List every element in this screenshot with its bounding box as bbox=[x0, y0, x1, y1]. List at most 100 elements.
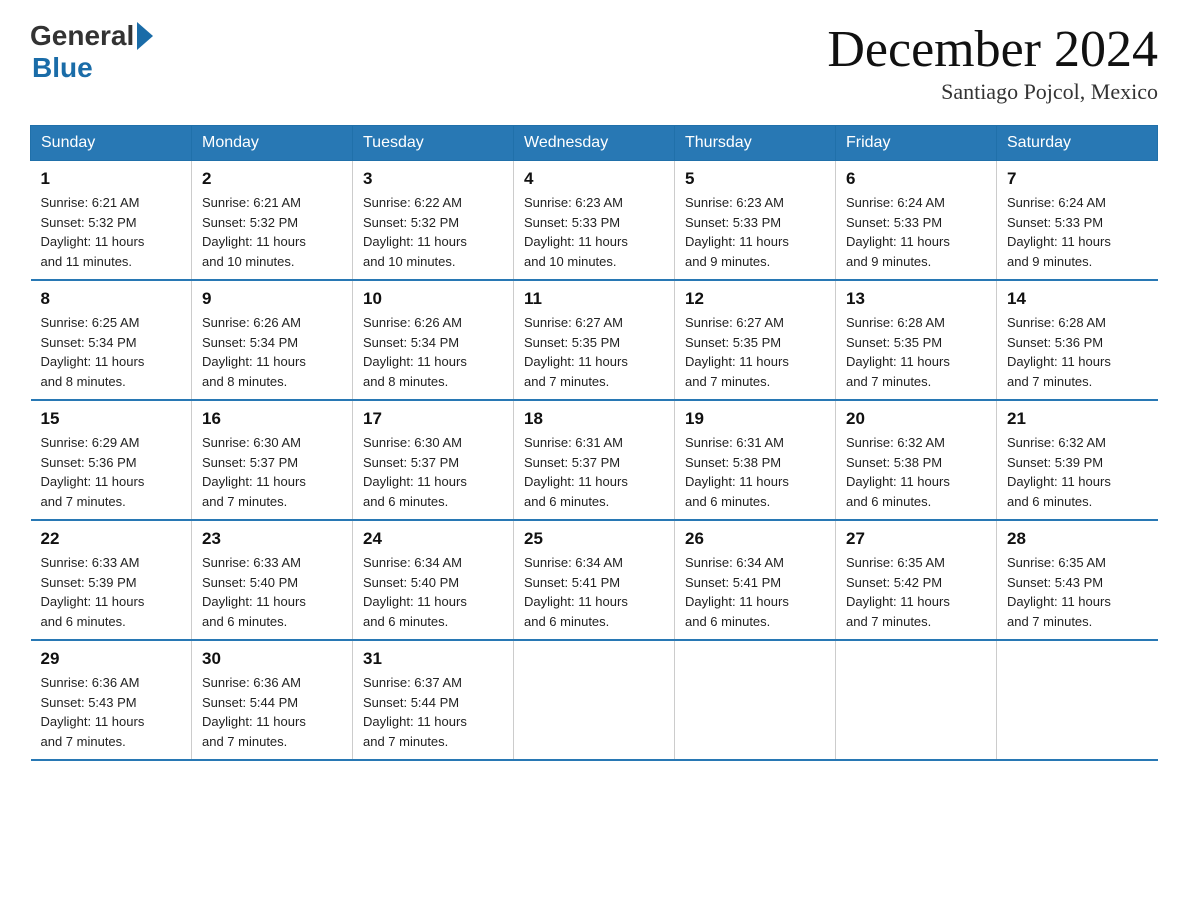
day-info: Sunrise: 6:31 AMSunset: 5:37 PMDaylight:… bbox=[524, 435, 628, 509]
day-info: Sunrise: 6:32 AMSunset: 5:38 PMDaylight:… bbox=[846, 435, 950, 509]
calendar-cell: 14 Sunrise: 6:28 AMSunset: 5:36 PMDaylig… bbox=[997, 280, 1158, 400]
calendar-cell: 31 Sunrise: 6:37 AMSunset: 5:44 PMDaylig… bbox=[353, 640, 514, 760]
day-number: 20 bbox=[846, 409, 986, 429]
day-info: Sunrise: 6:27 AMSunset: 5:35 PMDaylight:… bbox=[524, 315, 628, 389]
calendar-cell: 3 Sunrise: 6:22 AMSunset: 5:32 PMDayligh… bbox=[353, 161, 514, 281]
day-number: 10 bbox=[363, 289, 503, 309]
calendar-cell: 11 Sunrise: 6:27 AMSunset: 5:35 PMDaylig… bbox=[514, 280, 675, 400]
calendar-header: Sunday Monday Tuesday Wednesday Thursday… bbox=[31, 126, 1158, 161]
col-sunday: Sunday bbox=[31, 126, 192, 161]
calendar-cell: 29 Sunrise: 6:36 AMSunset: 5:43 PMDaylig… bbox=[31, 640, 192, 760]
day-info: Sunrise: 6:21 AMSunset: 5:32 PMDaylight:… bbox=[202, 195, 306, 269]
day-number: 17 bbox=[363, 409, 503, 429]
day-number: 12 bbox=[685, 289, 825, 309]
calendar-cell bbox=[997, 640, 1158, 760]
calendar-cell: 23 Sunrise: 6:33 AMSunset: 5:40 PMDaylig… bbox=[192, 520, 353, 640]
day-number: 22 bbox=[41, 529, 182, 549]
header-row: Sunday Monday Tuesday Wednesday Thursday… bbox=[31, 126, 1158, 161]
calendar-cell bbox=[836, 640, 997, 760]
col-tuesday: Tuesday bbox=[353, 126, 514, 161]
calendar-week-3: 15 Sunrise: 6:29 AMSunset: 5:36 PMDaylig… bbox=[31, 400, 1158, 520]
day-number: 28 bbox=[1007, 529, 1148, 549]
day-info: Sunrise: 6:36 AMSunset: 5:43 PMDaylight:… bbox=[41, 675, 145, 749]
day-info: Sunrise: 6:34 AMSunset: 5:41 PMDaylight:… bbox=[524, 555, 628, 629]
day-number: 15 bbox=[41, 409, 182, 429]
day-number: 25 bbox=[524, 529, 664, 549]
calendar-cell: 20 Sunrise: 6:32 AMSunset: 5:38 PMDaylig… bbox=[836, 400, 997, 520]
calendar-cell: 27 Sunrise: 6:35 AMSunset: 5:42 PMDaylig… bbox=[836, 520, 997, 640]
day-info: Sunrise: 6:26 AMSunset: 5:34 PMDaylight:… bbox=[363, 315, 467, 389]
day-info: Sunrise: 6:24 AMSunset: 5:33 PMDaylight:… bbox=[1007, 195, 1111, 269]
day-info: Sunrise: 6:36 AMSunset: 5:44 PMDaylight:… bbox=[202, 675, 306, 749]
title-block: December 2024 Santiago Pojcol, Mexico bbox=[827, 20, 1158, 105]
day-info: Sunrise: 6:34 AMSunset: 5:41 PMDaylight:… bbox=[685, 555, 789, 629]
calendar-cell: 1 Sunrise: 6:21 AMSunset: 5:32 PMDayligh… bbox=[31, 161, 192, 281]
calendar-body: 1 Sunrise: 6:21 AMSunset: 5:32 PMDayligh… bbox=[31, 161, 1158, 761]
calendar-week-1: 1 Sunrise: 6:21 AMSunset: 5:32 PMDayligh… bbox=[31, 161, 1158, 281]
col-friday: Friday bbox=[836, 126, 997, 161]
month-title: December 2024 bbox=[827, 20, 1158, 79]
calendar-cell: 18 Sunrise: 6:31 AMSunset: 5:37 PMDaylig… bbox=[514, 400, 675, 520]
calendar-cell: 12 Sunrise: 6:27 AMSunset: 5:35 PMDaylig… bbox=[675, 280, 836, 400]
day-info: Sunrise: 6:25 AMSunset: 5:34 PMDaylight:… bbox=[41, 315, 145, 389]
calendar-week-5: 29 Sunrise: 6:36 AMSunset: 5:43 PMDaylig… bbox=[31, 640, 1158, 760]
calendar-week-4: 22 Sunrise: 6:33 AMSunset: 5:39 PMDaylig… bbox=[31, 520, 1158, 640]
calendar-cell: 17 Sunrise: 6:30 AMSunset: 5:37 PMDaylig… bbox=[353, 400, 514, 520]
day-info: Sunrise: 6:27 AMSunset: 5:35 PMDaylight:… bbox=[685, 315, 789, 389]
day-info: Sunrise: 6:22 AMSunset: 5:32 PMDaylight:… bbox=[363, 195, 467, 269]
day-number: 5 bbox=[685, 169, 825, 189]
day-info: Sunrise: 6:21 AMSunset: 5:32 PMDaylight:… bbox=[41, 195, 145, 269]
calendar-cell: 6 Sunrise: 6:24 AMSunset: 5:33 PMDayligh… bbox=[836, 161, 997, 281]
day-number: 13 bbox=[846, 289, 986, 309]
day-number: 8 bbox=[41, 289, 182, 309]
day-info: Sunrise: 6:37 AMSunset: 5:44 PMDaylight:… bbox=[363, 675, 467, 749]
calendar-cell: 7 Sunrise: 6:24 AMSunset: 5:33 PMDayligh… bbox=[997, 161, 1158, 281]
day-number: 6 bbox=[846, 169, 986, 189]
calendar-cell: 19 Sunrise: 6:31 AMSunset: 5:38 PMDaylig… bbox=[675, 400, 836, 520]
day-number: 24 bbox=[363, 529, 503, 549]
calendar-cell bbox=[514, 640, 675, 760]
calendar-cell: 25 Sunrise: 6:34 AMSunset: 5:41 PMDaylig… bbox=[514, 520, 675, 640]
logo: General Blue bbox=[30, 20, 153, 84]
calendar-cell: 22 Sunrise: 6:33 AMSunset: 5:39 PMDaylig… bbox=[31, 520, 192, 640]
day-info: Sunrise: 6:33 AMSunset: 5:39 PMDaylight:… bbox=[41, 555, 145, 629]
day-info: Sunrise: 6:35 AMSunset: 5:43 PMDaylight:… bbox=[1007, 555, 1111, 629]
day-number: 19 bbox=[685, 409, 825, 429]
day-number: 18 bbox=[524, 409, 664, 429]
col-monday: Monday bbox=[192, 126, 353, 161]
logo-triangle-icon bbox=[137, 22, 153, 50]
day-info: Sunrise: 6:28 AMSunset: 5:35 PMDaylight:… bbox=[846, 315, 950, 389]
calendar-cell: 16 Sunrise: 6:30 AMSunset: 5:37 PMDaylig… bbox=[192, 400, 353, 520]
calendar-cell: 9 Sunrise: 6:26 AMSunset: 5:34 PMDayligh… bbox=[192, 280, 353, 400]
day-number: 7 bbox=[1007, 169, 1148, 189]
day-number: 26 bbox=[685, 529, 825, 549]
day-number: 1 bbox=[41, 169, 182, 189]
calendar-cell: 26 Sunrise: 6:34 AMSunset: 5:41 PMDaylig… bbox=[675, 520, 836, 640]
day-info: Sunrise: 6:33 AMSunset: 5:40 PMDaylight:… bbox=[202, 555, 306, 629]
day-info: Sunrise: 6:35 AMSunset: 5:42 PMDaylight:… bbox=[846, 555, 950, 629]
calendar-cell: 10 Sunrise: 6:26 AMSunset: 5:34 PMDaylig… bbox=[353, 280, 514, 400]
day-number: 30 bbox=[202, 649, 342, 669]
day-number: 4 bbox=[524, 169, 664, 189]
day-number: 27 bbox=[846, 529, 986, 549]
col-wednesday: Wednesday bbox=[514, 126, 675, 161]
day-number: 11 bbox=[524, 289, 664, 309]
page-header: General Blue December 2024 Santiago Pojc… bbox=[30, 20, 1158, 105]
day-number: 9 bbox=[202, 289, 342, 309]
day-info: Sunrise: 6:24 AMSunset: 5:33 PMDaylight:… bbox=[846, 195, 950, 269]
logo-blue-text: Blue bbox=[32, 52, 93, 83]
col-thursday: Thursday bbox=[675, 126, 836, 161]
calendar-cell: 28 Sunrise: 6:35 AMSunset: 5:43 PMDaylig… bbox=[997, 520, 1158, 640]
location-text: Santiago Pojcol, Mexico bbox=[827, 79, 1158, 105]
calendar-cell bbox=[675, 640, 836, 760]
calendar-cell: 5 Sunrise: 6:23 AMSunset: 5:33 PMDayligh… bbox=[675, 161, 836, 281]
day-info: Sunrise: 6:30 AMSunset: 5:37 PMDaylight:… bbox=[202, 435, 306, 509]
day-number: 16 bbox=[202, 409, 342, 429]
calendar-cell: 2 Sunrise: 6:21 AMSunset: 5:32 PMDayligh… bbox=[192, 161, 353, 281]
calendar-cell: 15 Sunrise: 6:29 AMSunset: 5:36 PMDaylig… bbox=[31, 400, 192, 520]
day-info: Sunrise: 6:34 AMSunset: 5:40 PMDaylight:… bbox=[363, 555, 467, 629]
day-info: Sunrise: 6:28 AMSunset: 5:36 PMDaylight:… bbox=[1007, 315, 1111, 389]
calendar-cell: 30 Sunrise: 6:36 AMSunset: 5:44 PMDaylig… bbox=[192, 640, 353, 760]
day-number: 29 bbox=[41, 649, 182, 669]
calendar-week-2: 8 Sunrise: 6:25 AMSunset: 5:34 PMDayligh… bbox=[31, 280, 1158, 400]
